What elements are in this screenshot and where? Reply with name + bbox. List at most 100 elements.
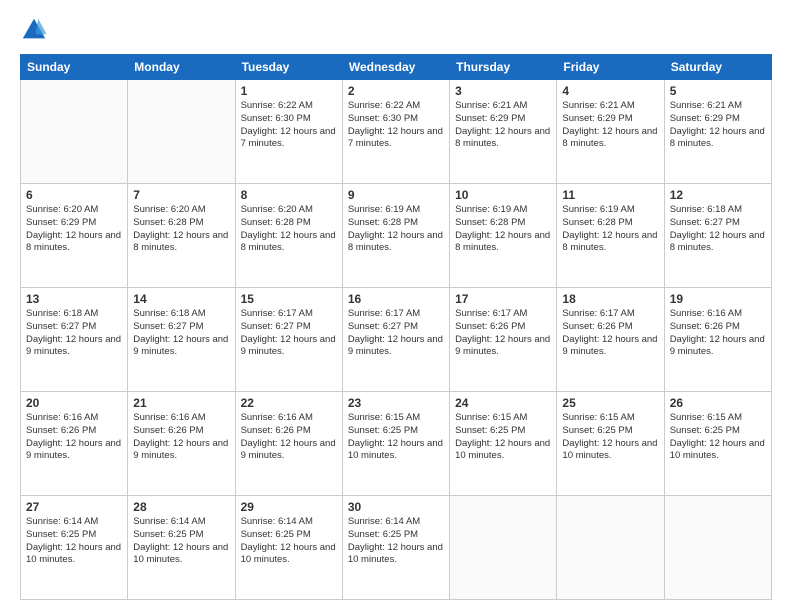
calendar-cell	[21, 80, 128, 184]
day-info: Sunrise: 6:20 AM Sunset: 6:29 PM Dayligh…	[26, 204, 122, 255]
day-info: Sunrise: 6:19 AM Sunset: 6:28 PM Dayligh…	[455, 204, 551, 255]
calendar-cell	[128, 80, 235, 184]
calendar-cell: 9Sunrise: 6:19 AM Sunset: 6:28 PM Daylig…	[342, 184, 449, 288]
page: SundayMondayTuesdayWednesdayThursdayFrid…	[0, 0, 792, 612]
calendar-week-row: 20 Sunrise: 6:16 AM Sunset: 6:26 PM Dayli…	[21, 392, 772, 496]
calendar-header-friday: Friday	[557, 55, 664, 80]
calendar-cell	[557, 496, 664, 600]
calendar-cell: 12 Sunrise: 6:18 AM Sunset: 6:27 PM Dayli…	[664, 184, 771, 288]
day-info: Sunrise: 6:18 AM Sunset: 6:27 PM Dayligh…	[670, 204, 766, 255]
day-info: Sunrise: 6:17 AM Sunset: 6:27 PM Dayligh…	[348, 308, 444, 359]
day-number: 2	[348, 84, 444, 98]
calendar-cell: 6 Sunrise: 6:20 AM Sunset: 6:29 PM Daylig…	[21, 184, 128, 288]
calendar-cell: 16 Sunrise: 6:17 AM Sunset: 6:27 PM Dayli…	[342, 288, 449, 392]
day-number: 16	[348, 292, 444, 306]
day-number: 29	[241, 500, 337, 514]
calendar-cell: 28 Sunrise: 6:14 AM Sunset: 6:25 PM Dayli…	[128, 496, 235, 600]
calendar-cell: 11 Sunrise: 6:19 AM Sunset: 6:28 PM Dayli…	[557, 184, 664, 288]
calendar-cell: 30 Sunrise: 6:14 AM Sunset: 6:25 PM Dayli…	[342, 496, 449, 600]
day-number: 30	[348, 500, 444, 514]
day-number: 24	[455, 396, 551, 410]
calendar-header-thursday: Thursday	[450, 55, 557, 80]
day-info: Sunrise: 6:16 AM Sunset: 6:26 PM Dayligh…	[133, 412, 229, 463]
day-number: 18	[562, 292, 658, 306]
calendar-cell: 5Sunrise: 6:21 AM Sunset: 6:29 PM Daylig…	[664, 80, 771, 184]
day-info: Sunrise: 6:17 AM Sunset: 6:27 PM Dayligh…	[241, 308, 337, 359]
calendar-header-tuesday: Tuesday	[235, 55, 342, 80]
day-number: 21	[133, 396, 229, 410]
day-number: 14	[133, 292, 229, 306]
day-info: Sunrise: 6:22 AM Sunset: 6:30 PM Dayligh…	[348, 100, 444, 151]
calendar-cell: 15 Sunrise: 6:17 AM Sunset: 6:27 PM Dayli…	[235, 288, 342, 392]
calendar-cell: 4 Sunrise: 6:21 AM Sunset: 6:29 PM Daylig…	[557, 80, 664, 184]
day-info: Sunrise: 6:15 AM Sunset: 6:25 PM Dayligh…	[670, 412, 766, 463]
day-number: 20	[26, 396, 122, 410]
day-info: Sunrise: 6:17 AM Sunset: 6:26 PM Dayligh…	[455, 308, 551, 359]
calendar-week-row: 1 Sunrise: 6:22 AM Sunset: 6:30 PM Daylig…	[21, 80, 772, 184]
calendar-cell: 3 Sunrise: 6:21 AM Sunset: 6:29 PM Daylig…	[450, 80, 557, 184]
day-number: 11	[562, 188, 658, 202]
day-info: Sunrise: 6:14 AM Sunset: 6:25 PM Dayligh…	[241, 516, 337, 567]
day-info: Sunrise: 6:14 AM Sunset: 6:25 PM Dayligh…	[348, 516, 444, 567]
day-number: 7	[133, 188, 229, 202]
day-number: 4	[562, 84, 658, 98]
day-info: Sunrise: 6:18 AM Sunset: 6:27 PM Dayligh…	[26, 308, 122, 359]
day-number: 5	[670, 84, 766, 98]
calendar-cell: 20Sunrise: 6:16 AM Sunset: 6:26 PM Dayli…	[21, 392, 128, 496]
day-number: 17	[455, 292, 551, 306]
calendar-week-row: 27 Sunrise: 6:14 AM Sunset: 6:25 PM Dayli…	[21, 496, 772, 600]
calendar-cell: 1 Sunrise: 6:22 AM Sunset: 6:30 PM Daylig…	[235, 80, 342, 184]
day-info: Sunrise: 6:22 AM Sunset: 6:30 PM Dayligh…	[241, 100, 337, 151]
calendar-cell: 22 Sunrise: 6:16 AM Sunset: 6:26 PM Dayli…	[235, 392, 342, 496]
calendar-week-row: 13 Sunrise: 6:18 AM Sunset: 6:27 PM Dayli…	[21, 288, 772, 392]
calendar-header-sunday: Sunday	[21, 55, 128, 80]
calendar-cell: 29 Sunrise: 6:14 AM Sunset: 6:25 PM Dayli…	[235, 496, 342, 600]
day-number: 23	[348, 396, 444, 410]
day-info: Sunrise: 6:16 AM Sunset: 6:26 PM Dayligh…	[670, 308, 766, 359]
day-info: Sunrise: 6:20 AM Sunset: 6:28 PM Dayligh…	[133, 204, 229, 255]
calendar-week-row: 6 Sunrise: 6:20 AM Sunset: 6:29 PM Daylig…	[21, 184, 772, 288]
day-info: Sunrise: 6:15 AM Sunset: 6:25 PM Dayligh…	[348, 412, 444, 463]
calendar-cell: 10 Sunrise: 6:19 AM Sunset: 6:28 PM Dayli…	[450, 184, 557, 288]
calendar-cell: 13 Sunrise: 6:18 AM Sunset: 6:27 PM Dayli…	[21, 288, 128, 392]
day-info: Sunrise: 6:15 AM Sunset: 6:25 PM Dayligh…	[455, 412, 551, 463]
day-info: Sunrise: 6:14 AM Sunset: 6:25 PM Dayligh…	[133, 516, 229, 567]
day-number: 8	[241, 188, 337, 202]
calendar-cell: 17 Sunrise: 6:17 AM Sunset: 6:26 PM Dayli…	[450, 288, 557, 392]
day-info: Sunrise: 6:14 AM Sunset: 6:25 PM Dayligh…	[26, 516, 122, 567]
calendar-cell: 25 Sunrise: 6:15 AM Sunset: 6:25 PM Dayli…	[557, 392, 664, 496]
day-info: Sunrise: 6:21 AM Sunset: 6:29 PM Dayligh…	[562, 100, 658, 151]
calendar-cell: 21 Sunrise: 6:16 AM Sunset: 6:26 PM Dayli…	[128, 392, 235, 496]
logo-icon	[20, 16, 48, 44]
header	[20, 16, 772, 44]
day-number: 13	[26, 292, 122, 306]
logo	[20, 16, 54, 44]
calendar-cell: 26 Sunrise: 6:15 AM Sunset: 6:25 PM Dayli…	[664, 392, 771, 496]
day-info: Sunrise: 6:21 AM Sunset: 6:29 PM Dayligh…	[455, 100, 551, 151]
day-number: 22	[241, 396, 337, 410]
calendar-cell: 24 Sunrise: 6:15 AM Sunset: 6:25 PM Dayli…	[450, 392, 557, 496]
calendar-cell: 23 Sunrise: 6:15 AM Sunset: 6:25 PM Dayli…	[342, 392, 449, 496]
calendar-header-saturday: Saturday	[664, 55, 771, 80]
day-number: 15	[241, 292, 337, 306]
day-info: Sunrise: 6:17 AM Sunset: 6:26 PM Dayligh…	[562, 308, 658, 359]
day-number: 26	[670, 396, 766, 410]
calendar-cell: 14Sunrise: 6:18 AM Sunset: 6:27 PM Dayli…	[128, 288, 235, 392]
day-number: 3	[455, 84, 551, 98]
calendar-cell	[664, 496, 771, 600]
day-number: 25	[562, 396, 658, 410]
day-info: Sunrise: 6:19 AM Sunset: 6:28 PM Dayligh…	[348, 204, 444, 255]
calendar-header-row: SundayMondayTuesdayWednesdayThursdayFrid…	[21, 55, 772, 80]
day-info: Sunrise: 6:19 AM Sunset: 6:28 PM Dayligh…	[562, 204, 658, 255]
day-number: 27	[26, 500, 122, 514]
calendar-cell: 7 Sunrise: 6:20 AM Sunset: 6:28 PM Daylig…	[128, 184, 235, 288]
day-number: 28	[133, 500, 229, 514]
day-info: Sunrise: 6:16 AM Sunset: 6:26 PM Dayligh…	[241, 412, 337, 463]
day-number: 10	[455, 188, 551, 202]
calendar-cell: 2 Sunrise: 6:22 AM Sunset: 6:30 PM Daylig…	[342, 80, 449, 184]
day-number: 12	[670, 188, 766, 202]
day-info: Sunrise: 6:15 AM Sunset: 6:25 PM Dayligh…	[562, 412, 658, 463]
day-number: 6	[26, 188, 122, 202]
calendar-cell: 18 Sunrise: 6:17 AM Sunset: 6:26 PM Dayli…	[557, 288, 664, 392]
day-number: 1	[241, 84, 337, 98]
